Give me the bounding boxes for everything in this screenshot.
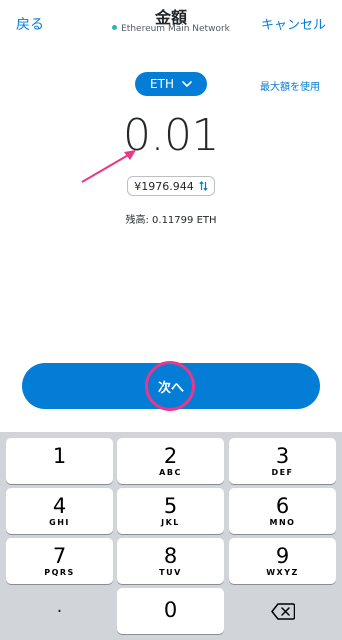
amount-input[interactable]: 0.01: [0, 110, 342, 161]
swap-arrows-icon: [199, 181, 208, 191]
network-name: Ethereum Main Network: [121, 24, 230, 34]
key-5[interactable]: 5 JKL: [117, 488, 224, 534]
key-backspace[interactable]: [229, 588, 336, 634]
key-4[interactable]: 4 GHI: [6, 488, 113, 534]
key-decimal[interactable]: .: [6, 588, 113, 634]
network-status-dot: [112, 25, 118, 30]
cancel-button[interactable]: キャンセル: [261, 14, 326, 33]
key-1[interactable]: 1: [6, 438, 113, 484]
currency-label: ETH: [150, 77, 174, 91]
key-2[interactable]: 2 ABC: [117, 438, 224, 484]
annotation-circle: [145, 361, 195, 411]
backspace-icon: [270, 602, 295, 620]
key-9[interactable]: 9 WXYZ: [229, 538, 336, 584]
key-7[interactable]: 7 PQRS: [6, 538, 113, 584]
numeric-keypad: 1 2 ABC 3 DEF 4 GHI 5 JKL 6 MNO 7 PQRS 8…: [0, 432, 342, 640]
key-8[interactable]: 8 TUV: [117, 538, 224, 584]
header-bar: 戻る 金額 Ethereum Main Network キャンセル: [0, 0, 342, 46]
fiat-conversion-toggle[interactable]: ¥1976.944: [127, 176, 215, 196]
currency-selector[interactable]: ETH: [135, 72, 207, 96]
key-0[interactable]: 0: [117, 588, 224, 634]
balance-text: 残高: 0.11799 ETH: [125, 215, 217, 226]
use-max-button[interactable]: 最大額を使用: [260, 78, 320, 93]
fiat-value: ¥1976.944: [134, 179, 194, 193]
key-3[interactable]: 3 DEF: [229, 438, 336, 484]
key-6[interactable]: 6 MNO: [229, 488, 336, 534]
chevron-down-icon: [182, 80, 192, 87]
